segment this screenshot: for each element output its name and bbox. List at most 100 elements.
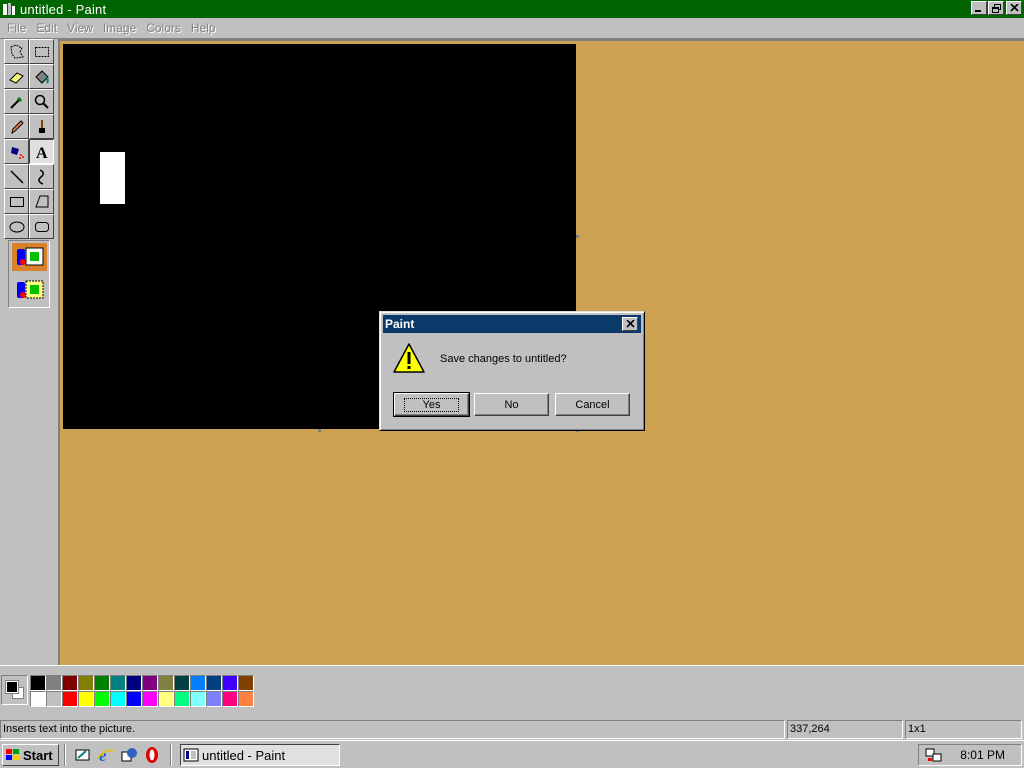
- tool-text[interactable]: A: [29, 139, 54, 164]
- system-tray: 8:01 PM: [918, 744, 1022, 766]
- tool-line[interactable]: [4, 164, 29, 189]
- polygon-icon: [34, 195, 48, 207]
- status-bar: Inserts text into the picture. 337,264 1…: [0, 718, 1024, 740]
- tool-rounded-rectangle[interactable]: [29, 214, 54, 239]
- cancel-button[interactable]: Cancel: [555, 393, 630, 416]
- line-icon: [9, 169, 24, 184]
- menu-file[interactable]: File: [2, 21, 31, 35]
- color-swatch[interactable]: [62, 691, 78, 707]
- quicklaunch-channels[interactable]: [120, 746, 138, 764]
- tool-brush[interactable]: [29, 114, 54, 139]
- color-swatch[interactable]: [126, 691, 142, 707]
- color-swatch[interactable]: [110, 691, 126, 707]
- tool-fill[interactable]: [29, 64, 54, 89]
- color-swatch[interactable]: [78, 675, 94, 691]
- title-bar: untitled - Paint: [0, 0, 1024, 18]
- dialog-title: Paint: [385, 317, 415, 331]
- pencil-icon: [10, 119, 24, 134]
- palette-swatches: [30, 675, 254, 707]
- color-swatch[interactable]: [222, 691, 238, 707]
- color-swatch[interactable]: [94, 675, 110, 691]
- color-swatch[interactable]: [158, 675, 174, 691]
- color-swatch[interactable]: [142, 691, 158, 707]
- color-swatch[interactable]: [174, 675, 190, 691]
- foreground-color: [5, 680, 19, 694]
- color-swatch[interactable]: [206, 675, 222, 691]
- color-swatch[interactable]: [238, 691, 254, 707]
- current-colors[interactable]: [1, 675, 28, 705]
- tool-polygon[interactable]: [29, 189, 54, 214]
- tool-curve[interactable]: [29, 164, 54, 189]
- color-swatch[interactable]: [158, 691, 174, 707]
- color-swatch[interactable]: [174, 691, 190, 707]
- tool-rectangle[interactable]: [4, 189, 29, 214]
- rounded-rectangle-icon: [34, 221, 49, 232]
- quicklaunch-ie[interactable]: e: [97, 746, 115, 764]
- channels-icon: [121, 748, 137, 762]
- yes-button-label: Yes: [403, 397, 460, 412]
- network-tray-icon[interactable]: [925, 747, 943, 763]
- start-label: Start: [23, 747, 53, 763]
- minimize-button[interactable]: [971, 1, 987, 15]
- color-swatch[interactable]: [46, 691, 62, 707]
- menu-image[interactable]: Image: [98, 21, 141, 35]
- color-swatch[interactable]: [78, 691, 94, 707]
- close-button[interactable]: [1006, 1, 1022, 15]
- paint-app-icon[interactable]: [1, 1, 17, 17]
- color-swatch[interactable]: [30, 691, 46, 707]
- menu-help[interactable]: Help: [186, 21, 221, 35]
- status-size: 1x1: [905, 720, 1022, 739]
- transparent-background-icon: [16, 280, 43, 299]
- quicklaunch-desktop[interactable]: [74, 746, 92, 764]
- curve-icon: [37, 168, 44, 185]
- color-swatch[interactable]: [126, 675, 142, 691]
- tool-pencil[interactable]: [4, 114, 29, 139]
- color-swatch[interactable]: [190, 675, 206, 691]
- svg-text:A: A: [36, 145, 48, 161]
- start-button[interactable]: Start: [2, 744, 59, 766]
- color-swatch[interactable]: [30, 675, 46, 691]
- quicklaunch-opera[interactable]: [143, 746, 161, 764]
- color-swatch[interactable]: [206, 691, 222, 707]
- tool-ellipse[interactable]: [4, 214, 29, 239]
- menu-bar: File Edit View Image Colors Help: [0, 18, 1024, 38]
- taskbar: Start e untitled - Paint 8:01 PM: [0, 740, 1024, 768]
- cancel-button-label: Cancel: [575, 398, 610, 411]
- option-transparent[interactable]: [12, 276, 47, 304]
- color-swatch[interactable]: [110, 675, 126, 691]
- resize-handle-right[interactable]: [576, 235, 579, 238]
- tool-magnifier[interactable]: [29, 89, 54, 114]
- rectangle-icon: [9, 196, 24, 207]
- warning-icon: [393, 343, 425, 373]
- fill-bucket-icon: [34, 69, 49, 84]
- color-swatch[interactable]: [190, 691, 206, 707]
- no-button[interactable]: No: [474, 393, 549, 416]
- dialog-close-button[interactable]: [622, 317, 638, 331]
- menu-view[interactable]: View: [62, 21, 98, 35]
- color-swatch[interactable]: [142, 675, 158, 691]
- tool-free-form-select[interactable]: [4, 39, 29, 64]
- tool-pick-color[interactable]: [4, 89, 29, 114]
- tool-eraser[interactable]: [4, 64, 29, 89]
- clock[interactable]: 8:01 PM: [960, 748, 1005, 762]
- tool-airbrush[interactable]: [4, 139, 29, 164]
- color-swatch[interactable]: [94, 691, 110, 707]
- color-swatch[interactable]: [62, 675, 78, 691]
- opera-icon: [146, 747, 158, 763]
- color-swatch[interactable]: [46, 675, 62, 691]
- dialog-message: Save changes to untitled?: [440, 353, 567, 365]
- close-icon: [625, 320, 635, 328]
- menu-colors[interactable]: Colors: [141, 21, 186, 35]
- color-swatch[interactable]: [238, 675, 254, 691]
- ellipse-icon: [9, 221, 24, 232]
- tool-select[interactable]: [29, 39, 54, 64]
- option-opaque[interactable]: [12, 243, 47, 271]
- color-swatch[interactable]: [222, 675, 238, 691]
- paint-task-icon: [183, 748, 199, 762]
- menu-edit[interactable]: Edit: [31, 21, 62, 35]
- eraser-icon: [8, 71, 24, 84]
- task-button-paint[interactable]: untitled - Paint: [180, 744, 340, 766]
- resize-handle-bottom[interactable]: [318, 429, 321, 432]
- restore-button[interactable]: [988, 1, 1004, 15]
- yes-button[interactable]: Yes: [393, 392, 470, 417]
